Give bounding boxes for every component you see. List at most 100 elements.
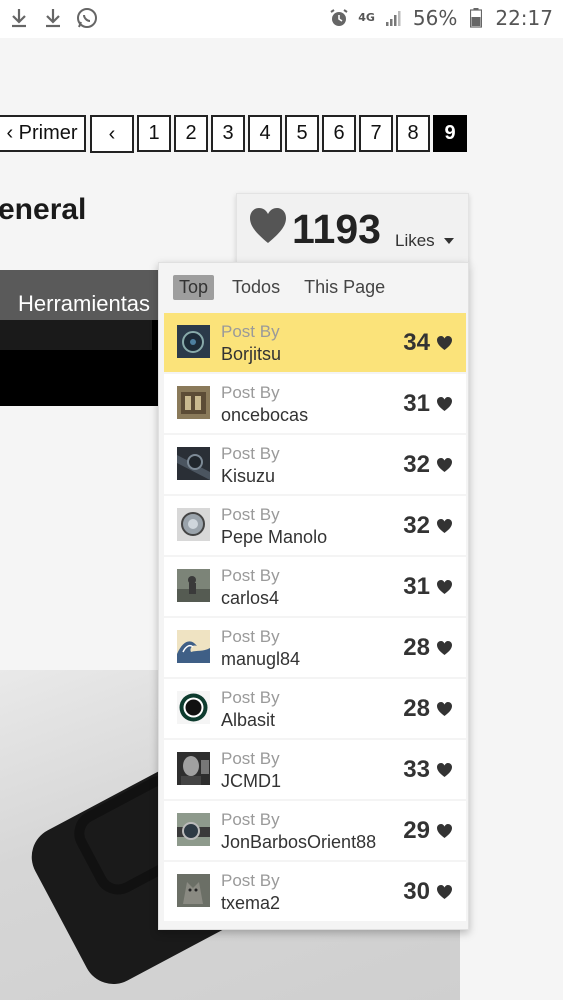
page-9-button[interactable]: 9 — [433, 115, 467, 152]
whatsapp-icon — [76, 7, 98, 29]
post-by-label: Post By — [221, 749, 280, 768]
avatar — [177, 569, 210, 602]
forum-toolbar: Herramientas — [0, 270, 168, 406]
avatar — [177, 752, 210, 785]
list-item[interactable]: Post By JonBarbosOrient88 29 — [164, 801, 466, 860]
list-item[interactable]: Post By carlos4 31 — [164, 557, 466, 616]
avatar — [177, 813, 210, 846]
previous-page-button[interactable]: ‹ — [90, 115, 134, 153]
avatar — [177, 447, 210, 480]
page-1-button[interactable]: 1 — [137, 115, 171, 152]
like-count: 31 — [403, 573, 430, 600]
avatar — [177, 691, 210, 724]
heart-icon — [437, 763, 452, 777]
page-title: eneral — [0, 193, 87, 226]
tab-todos[interactable]: Todos — [226, 275, 286, 300]
heart-icon — [437, 519, 452, 533]
signal-icon — [383, 7, 405, 29]
likes-label: Likes — [395, 231, 435, 250]
like-count: 31 — [403, 390, 430, 417]
username[interactable]: Borjitsu — [221, 344, 281, 365]
heart-icon — [437, 885, 452, 899]
heart-icon — [250, 208, 286, 243]
post-by-label: Post By — [221, 505, 280, 524]
username[interactable]: txema2 — [221, 893, 280, 914]
username[interactable]: oncebocas — [221, 405, 308, 426]
like-count: 28 — [403, 634, 430, 661]
toolbar-strip — [0, 320, 152, 350]
screen: 4G 56% 22:17 ‹ Primer ‹ 1 2 3 4 5 6 7 8 … — [0, 0, 563, 1000]
clock: 22:17 — [495, 6, 553, 30]
post-by-label: Post By — [221, 688, 280, 707]
heart-icon — [437, 580, 452, 594]
heart-icon — [437, 336, 452, 350]
list-item[interactable]: Post By Kisuzu 32 — [164, 435, 466, 494]
status-bar: 4G 56% 22:17 — [0, 0, 563, 38]
avatar — [177, 874, 210, 907]
list-item[interactable]: Post By oncebocas 31 — [164, 374, 466, 433]
status-right: 4G 56% 22:17 — [328, 6, 553, 30]
heart-icon — [437, 641, 452, 655]
username[interactable]: JonBarbosOrient88 — [221, 832, 376, 853]
page-7-button[interactable]: 7 — [359, 115, 393, 152]
username[interactable]: Kisuzu — [221, 466, 275, 487]
heart-icon — [437, 702, 452, 716]
tab-this-page[interactable]: This Page — [298, 275, 391, 300]
list-item[interactable]: Post By Albasit 28 — [164, 679, 466, 738]
like-count: 32 — [403, 512, 430, 539]
page-8-button[interactable]: 8 — [396, 115, 430, 152]
username[interactable]: manugl84 — [221, 649, 300, 670]
post-by-label: Post By — [221, 444, 280, 463]
page-3-button[interactable]: 3 — [211, 115, 245, 152]
list-item[interactable]: Post By JCMD1 33 — [164, 740, 466, 799]
battery-percent: 56% — [412, 6, 458, 30]
list-item[interactable]: Post By txema2 30 — [164, 862, 466, 921]
status-left — [8, 7, 98, 29]
list-item[interactable]: Post By Pepe Manolo 32 — [164, 496, 466, 555]
post-by-label: Post By — [221, 627, 280, 646]
heart-icon — [437, 397, 452, 411]
post-by-label: Post By — [221, 810, 280, 829]
heart-icon — [437, 824, 452, 838]
like-count: 28 — [403, 695, 430, 722]
page-2-button[interactable]: 2 — [174, 115, 208, 152]
list-item[interactable]: Post By Borjitsu 34 — [164, 313, 466, 372]
list-item[interactable]: Post By manugl84 28 — [164, 618, 466, 677]
page-6-button[interactable]: 6 — [322, 115, 356, 152]
avatar — [177, 325, 210, 358]
post-by-label: Post By — [221, 383, 280, 402]
tools-tab[interactable]: Herramientas — [0, 270, 168, 320]
network-type: 4G — [358, 11, 375, 24]
like-count: 29 — [403, 817, 430, 844]
avatar — [177, 508, 210, 541]
username[interactable]: Albasit — [221, 710, 275, 731]
toolbar-banner — [0, 354, 168, 406]
likes-dropdown: Top Todos This Page Post By Borjitsu 34 … — [158, 262, 469, 930]
tab-top[interactable]: Top — [173, 275, 215, 300]
page-5-button[interactable]: 5 — [285, 115, 319, 152]
page-4-button[interactable]: 4 — [248, 115, 282, 152]
like-count: 33 — [403, 756, 430, 783]
heart-icon — [437, 458, 452, 472]
like-count: 34 — [403, 329, 430, 356]
pagination: ‹ Primer ‹ 1 2 3 4 5 6 7 8 9 — [0, 115, 470, 153]
download-icon — [42, 7, 64, 29]
battery-icon — [465, 7, 487, 29]
username[interactable]: JCMD1 — [221, 771, 281, 792]
likes-tabs: Top Todos This Page — [173, 275, 391, 300]
username[interactable]: Pepe Manolo — [221, 527, 327, 548]
like-count: 30 — [403, 878, 430, 905]
avatar — [177, 630, 210, 663]
alarm-icon — [328, 7, 350, 29]
avatar — [177, 386, 210, 419]
username[interactable]: carlos4 — [221, 588, 279, 609]
likes-count: 1193 — [292, 206, 381, 252]
post-by-label: Post By — [221, 871, 280, 890]
download-icon — [8, 7, 30, 29]
likes-summary[interactable]: 1193 Likes — [236, 193, 469, 263]
post-by-label: Post By — [221, 566, 280, 585]
first-page-button[interactable]: ‹ Primer — [0, 115, 86, 152]
chevron-down-icon[interactable] — [444, 238, 454, 244]
like-count: 32 — [403, 451, 430, 478]
post-by-label: Post By — [221, 322, 280, 341]
